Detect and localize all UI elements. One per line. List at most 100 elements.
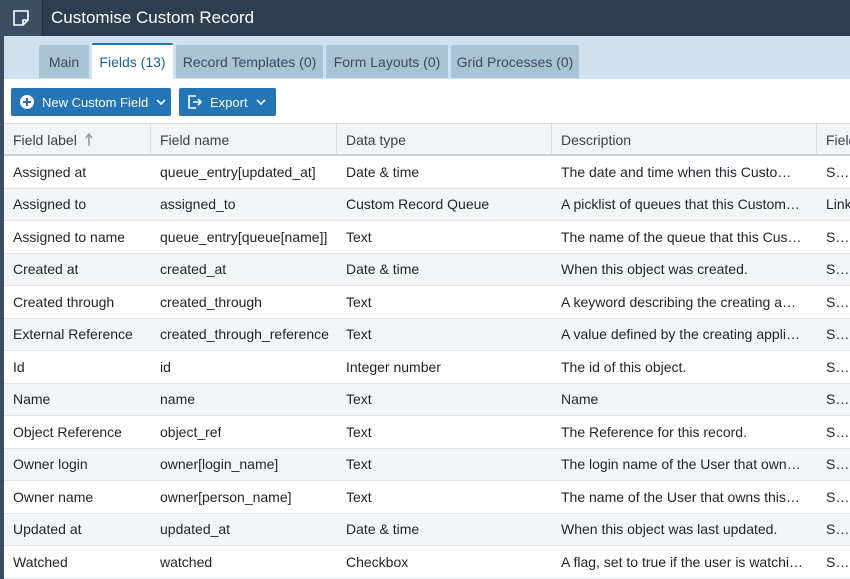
cell-field-label: Object Reference bbox=[13, 423, 122, 440]
window-title: Customise Custom Record bbox=[51, 8, 255, 27]
tab-form-layouts[interactable]: Form Layouts (0) bbox=[326, 45, 448, 78]
cell-field-name: created_through_reference bbox=[160, 326, 329, 343]
cell-field-label: Created through bbox=[13, 293, 115, 310]
cell-description: The name of the User that owns this obje… bbox=[561, 488, 803, 505]
cell-field-name: watched bbox=[160, 553, 213, 570]
cell-field-type: Standard bbox=[826, 261, 850, 278]
table-row[interactable]: Assigned to assigned_to Custom Record Queu… bbox=[4, 188, 850, 221]
export-button[interactable]: Export bbox=[179, 88, 276, 116]
cell-field-type: Standard bbox=[826, 521, 850, 538]
cell-field-label: External Reference bbox=[13, 326, 133, 343]
cell-field-label: Name bbox=[13, 391, 51, 408]
table-row[interactable]: Object Reference object_ref Text The Refere… bbox=[4, 416, 850, 449]
cell-field-name: assigned_to bbox=[160, 196, 236, 213]
cell-data-type: Checkbox bbox=[346, 553, 409, 570]
cell-field-type: Standard bbox=[826, 391, 850, 408]
fields-grid: Field label Field name Data type Descrip… bbox=[4, 123, 850, 579]
title-bar: Customise Custom Record bbox=[0, 0, 850, 36]
cell-data-type: Integer number bbox=[346, 358, 441, 375]
grid-header: Field label Field name Data type Descrip… bbox=[4, 123, 850, 156]
chevron-down-icon bbox=[156, 98, 166, 106]
cell-description: A keyword describing the creating applic… bbox=[561, 293, 803, 310]
cell-data-type: Text bbox=[346, 293, 372, 310]
column-header-field-type[interactable]: Field bbox=[817, 124, 850, 155]
tab-record-templates[interactable]: Record Templates (0) bbox=[176, 45, 323, 78]
sort-ascending-icon bbox=[85, 132, 93, 147]
cell-field-type: Standard bbox=[826, 488, 850, 505]
cell-description: When this object was created. bbox=[561, 261, 748, 278]
cell-field-type: Standard bbox=[826, 293, 850, 310]
cell-field-label: Assigned at bbox=[13, 163, 87, 180]
cell-data-type: Custom Record Queue bbox=[346, 196, 490, 213]
table-row[interactable]: Owner name owner[person_name] Text The name… bbox=[4, 481, 850, 514]
cell-field-label: Owner name bbox=[13, 488, 94, 505]
plus-circle-icon bbox=[19, 94, 35, 110]
cell-data-type: Date & time bbox=[346, 261, 420, 278]
cell-description: Name bbox=[561, 391, 599, 408]
cell-field-type: Standard bbox=[826, 553, 850, 570]
cell-description: The date and time when this Custom Recor… bbox=[561, 163, 803, 180]
cell-description: The id of this object. bbox=[561, 358, 687, 375]
table-row[interactable]: Created through created_through Text A keyw… bbox=[4, 286, 850, 319]
cell-description: The Reference for this record. bbox=[561, 423, 747, 440]
column-header-field-label[interactable]: Field label bbox=[4, 124, 151, 155]
tab-bar: Main Fields (13) Record Templates (0) Fo… bbox=[4, 36, 850, 79]
cell-field-name: object_ref bbox=[160, 423, 222, 440]
cell-field-label: Id bbox=[13, 358, 25, 375]
cell-data-type: Date & time bbox=[346, 521, 420, 538]
cell-field-label: Assigned to bbox=[13, 196, 87, 213]
cell-field-name: updated_at bbox=[160, 521, 231, 538]
cell-field-type: Standard bbox=[826, 163, 850, 180]
cell-field-type: Standard bbox=[826, 456, 850, 473]
cell-field-type: Link bbox=[826, 196, 850, 213]
cell-description: When this object was last updated. bbox=[561, 521, 778, 538]
column-header-field-name[interactable]: Field name bbox=[151, 124, 337, 155]
export-label: Export bbox=[210, 94, 248, 110]
cell-description: The name of the queue that this Custom R… bbox=[561, 228, 803, 245]
cell-description: The login name of the User that owns thi… bbox=[561, 456, 803, 473]
cell-field-type: Standard bbox=[826, 358, 850, 375]
cell-field-type: Standard bbox=[826, 326, 850, 343]
cell-field-name: created_at bbox=[160, 261, 227, 278]
cell-field-name: queue_entry[queue[name]] bbox=[160, 228, 328, 245]
note-icon bbox=[0, 0, 43, 36]
cell-field-name: owner[login_name] bbox=[160, 456, 279, 473]
table-row[interactable]: Owner login owner[login_name] Text The logi… bbox=[4, 448, 850, 481]
table-row[interactable]: Created at created_at Date & time When this… bbox=[4, 253, 850, 286]
cell-field-type: Standard bbox=[826, 423, 850, 440]
cell-data-type: Text bbox=[346, 326, 372, 343]
cell-field-label: Created at bbox=[13, 261, 79, 278]
tab-fields[interactable]: Fields (13) bbox=[92, 43, 173, 79]
cell-field-label: Updated at bbox=[13, 521, 82, 538]
export-icon bbox=[187, 94, 203, 110]
cell-field-label: Assigned to name bbox=[13, 228, 126, 245]
tab-main[interactable]: Main bbox=[39, 45, 89, 78]
table-row[interactable]: Name name Text Name Standard bbox=[4, 383, 850, 416]
chevron-down-icon bbox=[256, 98, 266, 106]
table-row[interactable]: Updated at updated_at Date & time When this… bbox=[4, 513, 850, 546]
cell-data-type: Date & time bbox=[346, 163, 420, 180]
column-header-data-type[interactable]: Data type bbox=[337, 124, 552, 155]
cell-description: A value defined by the creating applicat… bbox=[561, 326, 803, 343]
cell-field-name: id bbox=[160, 358, 171, 375]
cell-description: A picklist of queues that this Custom Re… bbox=[561, 196, 803, 213]
cell-field-name: created_through bbox=[160, 293, 262, 310]
toolbar: New Custom Field Export bbox=[4, 79, 850, 123]
cell-field-name: owner[person_name] bbox=[160, 488, 292, 505]
table-row[interactable]: Assigned to name queue_entry[queue[name]]… bbox=[4, 221, 850, 254]
cell-data-type: Text bbox=[346, 423, 372, 440]
table-row[interactable]: Assigned at queue_entry[updated_at] Date &… bbox=[4, 156, 850, 189]
cell-description: A flag, set to true if the user is watch… bbox=[561, 553, 803, 570]
table-row[interactable]: Watched watched Checkbox A flag, set to tru… bbox=[4, 546, 850, 579]
cell-field-name: name bbox=[160, 391, 196, 408]
cell-data-type: Text bbox=[346, 391, 372, 408]
new-custom-field-button[interactable]: New Custom Field bbox=[11, 88, 171, 116]
cell-field-label: Owner login bbox=[13, 456, 88, 473]
new-custom-field-label: New Custom Field bbox=[42, 94, 149, 110]
table-row[interactable]: Id id Integer number The id of this object.… bbox=[4, 351, 850, 384]
cell-field-name: queue_entry[updated_at] bbox=[160, 163, 316, 180]
tab-grid-processes[interactable]: Grid Processes (0) bbox=[451, 45, 579, 78]
cell-data-type: Text bbox=[346, 456, 372, 473]
column-header-description[interactable]: Description bbox=[552, 124, 817, 155]
table-row[interactable]: External Reference created_through_refere… bbox=[4, 318, 850, 351]
